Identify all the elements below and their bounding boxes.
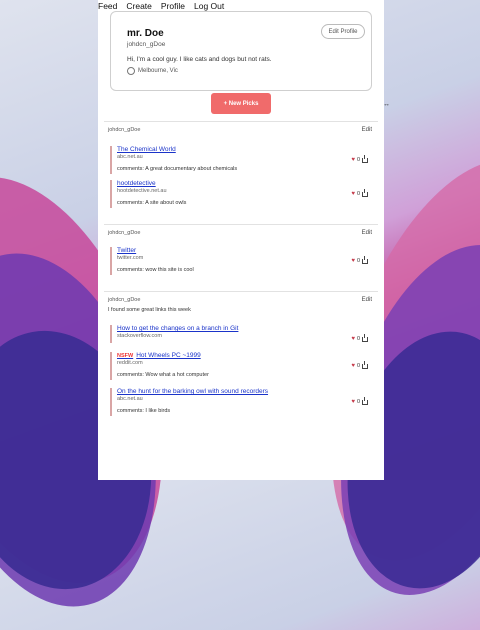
link-comment: comments: A site about owls bbox=[117, 200, 187, 206]
link-actions: ♥ 0 bbox=[351, 255, 368, 264]
link-domain: abc.net.au bbox=[117, 396, 143, 402]
link-actions: ♥ 0 bbox=[351, 154, 368, 163]
share-icon[interactable] bbox=[362, 333, 368, 342]
link-actions: ♥ 0 bbox=[351, 188, 368, 197]
group-user: johdcn_gDoe bbox=[108, 230, 141, 236]
profile-bio: Hi, I'm a cool guy. I like cats and dogs… bbox=[127, 56, 272, 63]
like-count: 0 bbox=[356, 258, 360, 264]
link-item: hootdetective hootdetective.net.au comme… bbox=[110, 180, 374, 208]
profile-location: Melbourne, Vic bbox=[127, 67, 178, 75]
heart-icon[interactable]: ♥ bbox=[351, 336, 355, 342]
new-picks-button[interactable]: + New Picks bbox=[211, 93, 271, 114]
link-title[interactable]: hootdetective bbox=[117, 180, 156, 187]
link-title[interactable]: How to get the changes on a branch in Gi… bbox=[117, 325, 238, 332]
heart-icon[interactable]: ♥ bbox=[351, 399, 355, 405]
link-comment: comments: A great documentary about chem… bbox=[117, 166, 238, 172]
link-comment: comments: wow this site is cool bbox=[117, 267, 194, 273]
group-description: I found some great links this week bbox=[108, 307, 191, 313]
link-title[interactable]: On the hunt for the barking owl with sou… bbox=[117, 388, 268, 395]
profile-handle: johdcn_gDoe bbox=[127, 41, 166, 48]
link-domain: abc.net.au bbox=[117, 154, 143, 160]
edit-profile-button[interactable]: Edit Profile bbox=[321, 24, 365, 39]
share-icon[interactable] bbox=[362, 255, 368, 264]
like-count: 0 bbox=[356, 363, 360, 369]
link-comment: comments: I like birds bbox=[117, 408, 171, 414]
location-pin-icon bbox=[127, 67, 135, 75]
link-item: On the hunt for the barking owl with sou… bbox=[110, 388, 374, 416]
group-edit-button[interactable]: Edit bbox=[362, 230, 372, 236]
link-domain: stackoverflow.com bbox=[117, 333, 162, 339]
link-title[interactable]: The Chemical World bbox=[117, 146, 176, 153]
nsfw-badge: NSFW bbox=[117, 353, 134, 359]
link-item: How to get the changes on a branch in Gi… bbox=[110, 325, 374, 343]
link-comment: comments: Wow what a hot computer bbox=[117, 372, 209, 378]
share-icon[interactable] bbox=[362, 188, 368, 197]
link-domain: hootdetective.net.au bbox=[117, 188, 167, 194]
profile-card: mr. Doe johdcn_gDoe Hi, I'm a cool guy. … bbox=[110, 11, 372, 91]
heart-icon[interactable]: ♥ bbox=[351, 258, 355, 264]
profile-location-text: Melbourne, Vic bbox=[138, 68, 178, 74]
browser-page: Feed Create Profile Log Out mr. Doe johd… bbox=[98, 0, 384, 480]
share-icon[interactable] bbox=[362, 396, 368, 405]
link-item: The Chemical World abc.net.au comments: … bbox=[110, 146, 374, 174]
picks-group: johdcn_gDoe Edit Twitter twitter.com com… bbox=[104, 224, 378, 285]
picks-group: johdcn_gDoe Edit The Chemical World abc.… bbox=[104, 121, 378, 218]
link-actions: ♥ 0 bbox=[351, 360, 368, 369]
like-count: 0 bbox=[356, 157, 360, 163]
link-actions: ♥ 0 bbox=[351, 333, 368, 342]
link-actions: ♥ 0 bbox=[351, 396, 368, 405]
group-user: johdcn_gDoe bbox=[108, 127, 141, 133]
share-icon[interactable] bbox=[362, 154, 368, 163]
link-domain: twitter.com bbox=[117, 255, 144, 261]
like-count: 0 bbox=[356, 399, 360, 405]
group-edit-button[interactable]: Edit bbox=[362, 127, 372, 133]
link-title[interactable]: Twitter bbox=[117, 247, 136, 254]
link-item: NSFW Hot Wheels PC ~1999 reddit.com comme… bbox=[110, 352, 374, 380]
heart-icon[interactable]: ♥ bbox=[351, 157, 355, 163]
link-item: Twitter twitter.com comments: wow this s… bbox=[110, 247, 374, 275]
link-title[interactable]: NSFW Hot Wheels PC ~1999 bbox=[117, 352, 201, 359]
picks-group: johdcn_gDoe Edit I found some great link… bbox=[104, 291, 378, 424]
heart-icon[interactable]: ♥ bbox=[351, 191, 355, 197]
like-count: 0 bbox=[356, 191, 360, 197]
group-user: johdcn_gDoe bbox=[108, 297, 141, 303]
profile-name: mr. Doe bbox=[127, 28, 164, 39]
resize-cursor-icon: ↔ bbox=[383, 101, 390, 108]
heart-icon[interactable]: ♥ bbox=[351, 363, 355, 369]
link-domain: reddit.com bbox=[117, 360, 143, 366]
group-edit-button[interactable]: Edit bbox=[362, 297, 372, 303]
share-icon[interactable] bbox=[362, 360, 368, 369]
like-count: 0 bbox=[356, 336, 360, 342]
